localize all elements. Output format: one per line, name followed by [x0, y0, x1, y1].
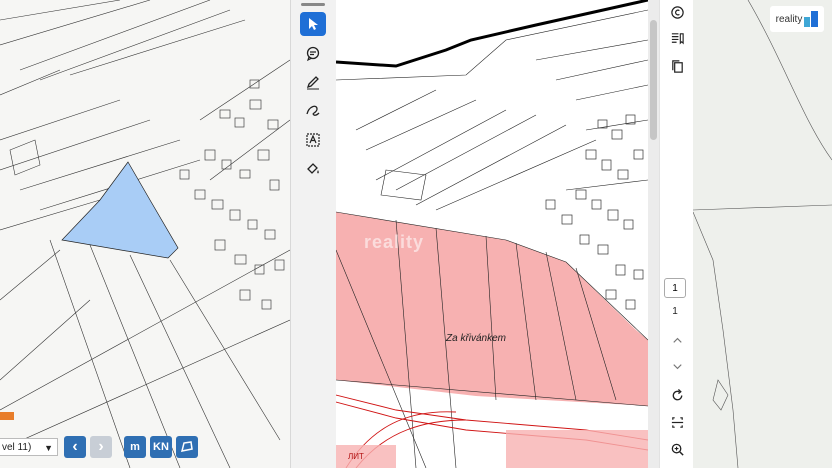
right-map-pane[interactable]: reality	[693, 0, 832, 468]
annotation-toolbar	[290, 0, 338, 468]
chevron-up-icon	[672, 337, 682, 343]
chevron-left-icon: ‹	[72, 438, 78, 455]
current-page-input[interactable]: 1	[664, 278, 686, 298]
bookmarks-button[interactable]	[667, 28, 687, 48]
text-box-icon	[306, 133, 320, 147]
fit-page-icon	[671, 416, 683, 428]
zoom-in-icon	[671, 443, 684, 456]
copy-pages-button[interactable]	[667, 56, 687, 76]
select-tool-button[interactable]	[300, 12, 326, 36]
vertical-scrollbar[interactable]	[648, 0, 659, 468]
zoom-level-select[interactable]: vel 11) ▼	[0, 438, 58, 456]
comment-icon	[306, 46, 320, 62]
map-fragment-text: ЛИТ	[348, 452, 364, 461]
cadastral-map-right	[693, 0, 832, 468]
comment-tool-button[interactable]	[300, 42, 326, 66]
cadastre-kn-button[interactable]: KN	[150, 436, 172, 458]
copy-pages-icon	[671, 59, 683, 73]
brand-logo: reality	[770, 6, 824, 32]
draw-shape-button[interactable]	[176, 436, 198, 458]
map-layer-m-label: m	[130, 441, 140, 453]
scrollbar-thumb[interactable]	[650, 20, 657, 140]
pen-icon	[306, 76, 319, 90]
freehand-icon	[306, 105, 320, 116]
area-name-label: Za křivánkem	[446, 333, 507, 344]
freehand-tool-button[interactable]	[300, 98, 326, 122]
rotate-icon	[672, 388, 682, 400]
highlighted-parcel-left	[61, 161, 179, 259]
cursor-icon	[309, 18, 318, 30]
map-layer-m-button[interactable]: m	[124, 436, 146, 458]
cadastre-kn-label: KN	[153, 441, 169, 453]
brand-logo-text: reality	[775, 13, 803, 25]
rotate-button[interactable]	[667, 385, 687, 405]
bookmark-list-icon	[671, 32, 684, 45]
zoom-in-button[interactable]	[667, 439, 687, 459]
pdf-page-view[interactable]: Za křivánkem reality ЛИТ	[336, 0, 648, 468]
pen-tool-button[interactable]	[300, 70, 326, 94]
boundary-line	[336, 0, 648, 68]
cadastral-map-left	[0, 0, 290, 468]
next-button[interactable]: ›	[90, 436, 112, 458]
copyright-button[interactable]	[667, 2, 687, 22]
page-up-button[interactable]	[667, 330, 687, 350]
chevron-down-icon	[672, 363, 682, 369]
total-pages-label: 1	[672, 306, 678, 317]
viewer-side-toolbar	[659, 0, 694, 468]
copyright-icon	[670, 5, 684, 19]
text-box-tool-button[interactable]	[300, 128, 326, 152]
toolbar-handle[interactable]	[301, 3, 325, 6]
prev-button[interactable]: ‹	[64, 436, 86, 458]
chevron-down-icon: ▼	[44, 443, 53, 453]
left-map-pane[interactable]: vel 11) ▼ ‹ › m KN	[0, 0, 290, 468]
zoom-level-label: vel 11)	[2, 442, 32, 453]
logo-mark-icon	[804, 11, 819, 27]
watermark-text: reality	[364, 232, 425, 252]
chevron-right-icon: ›	[98, 438, 104, 455]
fill-tool-button[interactable]	[300, 156, 326, 180]
fill-icon	[307, 163, 319, 174]
page-down-button[interactable]	[667, 356, 687, 376]
fit-page-button[interactable]	[667, 412, 687, 432]
polygon-icon	[180, 441, 193, 452]
